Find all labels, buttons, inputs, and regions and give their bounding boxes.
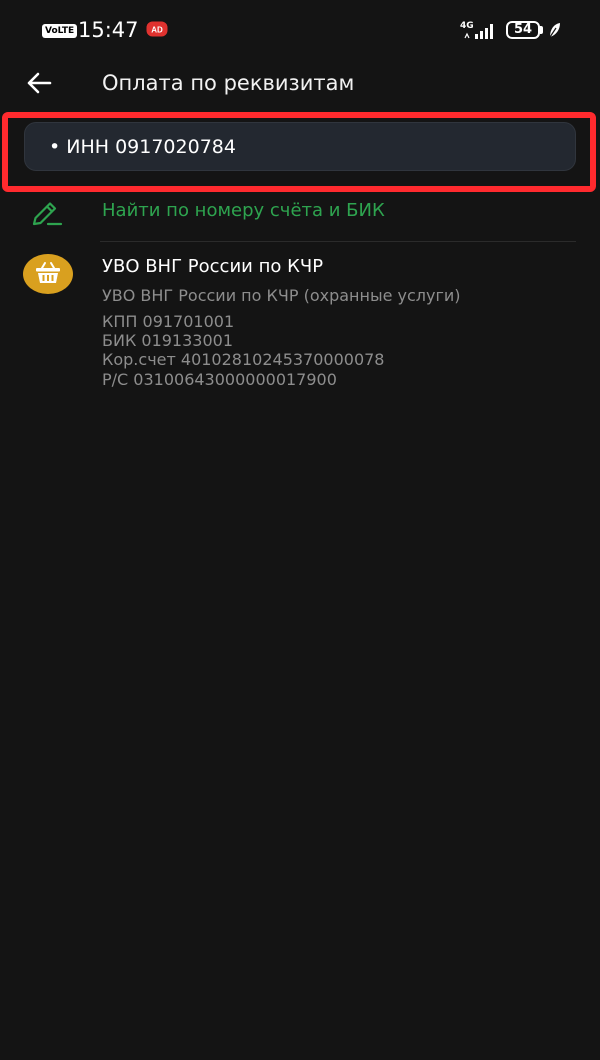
battery-icon: 54 bbox=[506, 21, 540, 39]
find-by-account-label: Найти по номеру счёта и БИК bbox=[102, 200, 385, 221]
status-time: 15:47 bbox=[78, 18, 139, 42]
ad-icon: AD bbox=[146, 21, 168, 37]
result-subtitle: УВО ВНГ России по КЧР (охранные услуги) bbox=[102, 286, 461, 305]
result-kor-schet: Кор.счет 40102810245370000078 bbox=[102, 350, 385, 369]
find-by-account-button[interactable]: Найти по номеру счёта и БИК bbox=[0, 192, 600, 232]
result-avatar bbox=[23, 254, 73, 294]
svg-text:AD: AD bbox=[151, 26, 163, 35]
result-kpp: КПП 091701001 bbox=[102, 312, 235, 331]
back-arrow-icon[interactable] bbox=[24, 69, 54, 97]
app-header: Оплата по реквизитам bbox=[0, 60, 600, 106]
volte-badge: VoLTE bbox=[42, 24, 78, 38]
battery-level: 54 bbox=[513, 22, 533, 37]
divider bbox=[100, 241, 576, 242]
page-title: Оплата по реквизитам bbox=[102, 71, 355, 95]
battery-tip bbox=[540, 26, 543, 34]
leaf-icon bbox=[549, 23, 560, 38]
result-item[interactable]: УВО ВНГ России по КЧР УВО ВНГ России по … bbox=[0, 250, 600, 400]
result-rs: Р/С 03100643000000017900 bbox=[102, 370, 337, 389]
search-input-value: • ИНН 0917020784 bbox=[49, 136, 236, 158]
pencil-icon bbox=[32, 202, 63, 226]
signal-icon bbox=[464, 24, 493, 39]
status-bar: VoLTE 15:47 AD 4G 54 bbox=[0, 0, 600, 60]
basket-icon bbox=[36, 262, 60, 283]
result-title: УВО ВНГ России по КЧР bbox=[102, 256, 324, 277]
search-input[interactable]: • ИНН 0917020784 bbox=[24, 122, 576, 171]
result-bik: БИК 019133001 bbox=[102, 331, 234, 350]
